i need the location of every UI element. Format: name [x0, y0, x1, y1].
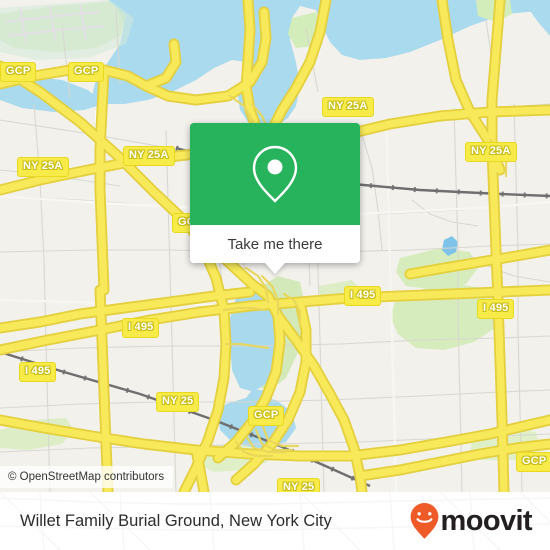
- road-shield: GCP: [516, 452, 550, 472]
- road-shield: NY 25A: [322, 97, 374, 117]
- road-shield: I 495: [344, 286, 382, 306]
- road-shield: NY 25A: [123, 146, 175, 166]
- popup-image-placeholder: [190, 123, 360, 225]
- place-title: Willet Family Burial Ground, New York Ci…: [20, 511, 332, 530]
- road-shield: NY 25A: [465, 142, 517, 162]
- road-shield: I 495: [19, 362, 57, 382]
- moovit-smile-pin-icon: [410, 503, 438, 539]
- road-shield: GCP: [68, 62, 105, 82]
- footer-bar: Willet Family Burial Ground, New York Ci…: [0, 492, 550, 550]
- road-shield: I 495: [477, 299, 515, 319]
- road-shield: GCP: [0, 62, 37, 82]
- take-me-there-label: Take me there: [227, 235, 323, 253]
- road-shield: NY 25: [277, 478, 321, 492]
- osm-attribution[interactable]: © OpenStreetMap contributors: [0, 466, 174, 488]
- map-pin-icon: [252, 145, 298, 203]
- popup-pointer-tail: [264, 262, 286, 274]
- moovit-logo: moovit: [409, 502, 533, 540]
- location-popup-card[interactable]: Take me there: [190, 123, 360, 274]
- road-shield: GCP: [248, 406, 285, 426]
- road-shield: I 495: [122, 318, 160, 338]
- map-share-screen: GCP GCP NY 25A NY 25A GCP NY 25A NY 25A I 495 I …: [0, 0, 550, 550]
- moovit-wordmark: moovit: [440, 504, 533, 537]
- take-me-there-button[interactable]: Take me there: [190, 225, 360, 263]
- road-shield: NY 25: [156, 392, 200, 412]
- road-shield: NY 25A: [17, 157, 69, 177]
